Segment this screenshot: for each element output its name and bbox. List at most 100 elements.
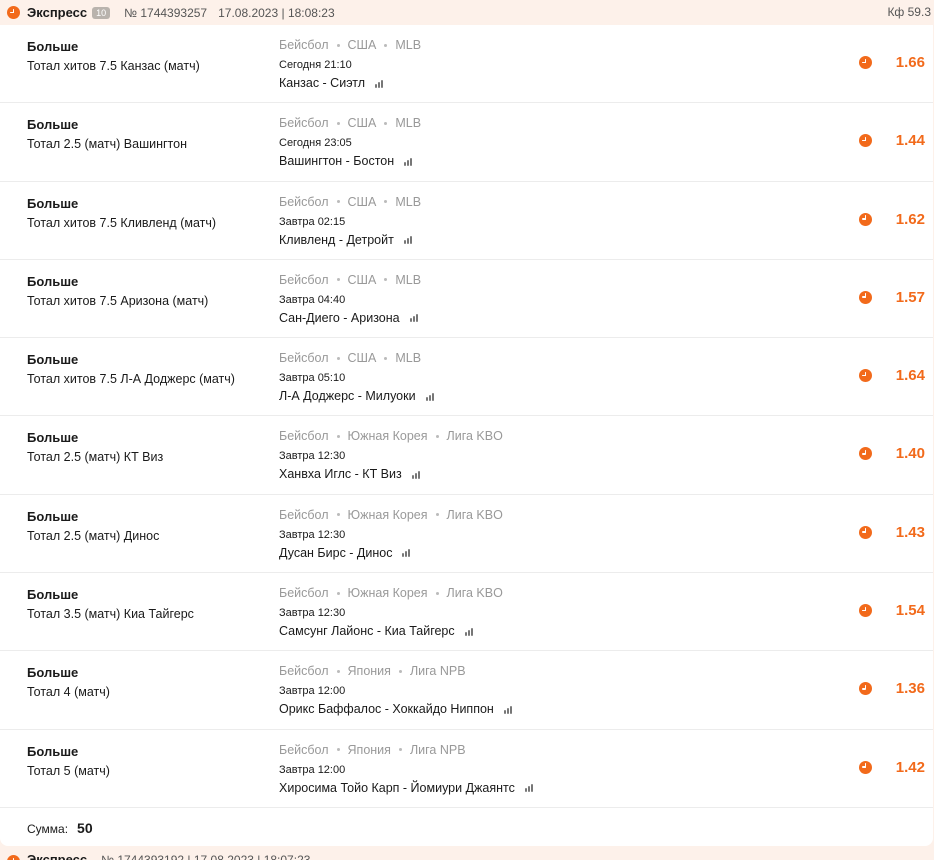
bet-row[interactable]: Больше Тотал 4 (матч) Бейсбол Япония Лига NP… <box>0 651 933 730</box>
bet-outcome: Тотал хитов 7.5 Л-А Доджерс (матч) <box>27 372 235 387</box>
event-match[interactable]: Ханвха Иглс - КТ Виз <box>279 467 420 481</box>
event-time: Завтра 05:10 <box>279 372 346 385</box>
event-match[interactable]: Дусан Бирс - Динос <box>279 546 411 560</box>
bet-row[interactable]: Больше Тотал 3.5 (матч) Киа Тайгерс Бейсбо… <box>0 573 933 652</box>
bet-row[interactable]: Больше Тотал 2.5 (матч) КТ Виз Бейсбол Южна… <box>0 416 933 495</box>
match-teams[interactable]: Л-А Доджерс - Милуоки <box>279 389 416 403</box>
match-teams[interactable]: Самсунг Лайонс - Киа Тайгерс <box>279 624 455 638</box>
league-label: MLB <box>395 351 422 366</box>
coupon-type: Экспресс <box>27 5 88 20</box>
event-match[interactable]: Орикс Баффалос - Хоккайдо Ниппон <box>279 702 512 716</box>
stats-icon[interactable] <box>375 79 384 88</box>
separator-dot <box>336 200 340 204</box>
bet-row[interactable]: Больше Тотал 2.5 (матч) Динос Бейсбол Южная… <box>0 495 933 574</box>
clock-icon <box>859 447 872 461</box>
match-teams[interactable]: Вашингтон - Бостон <box>279 154 394 168</box>
country-label: Япония <box>347 742 391 757</box>
event-time: Завтра 12:30 <box>279 528 346 541</box>
stats-icon[interactable] <box>403 235 412 245</box>
stats-icon[interactable] <box>402 548 411 558</box>
bet-league-path: Бейсбол Южная Корея Лига KBO <box>279 586 503 600</box>
event-match[interactable]: Канзас - Сиэтл <box>279 76 384 90</box>
bet-market: Больше <box>27 743 79 759</box>
event-match[interactable]: Л-А Доджерс - Милуоки <box>279 389 434 403</box>
bet-league-path: Бейсбол Япония Лига NPB <box>279 743 466 757</box>
event-time: Завтра 12:30 <box>279 607 346 620</box>
separator-dot <box>435 513 439 517</box>
country-label: Южная Корея <box>347 507 428 522</box>
stats-icon[interactable] <box>464 627 473 636</box>
separator-dot <box>384 200 388 204</box>
bet-market: Больше <box>27 508 79 524</box>
match-teams[interactable]: Сан-Диего - Аризона <box>279 311 400 325</box>
next-coupon-header[interactable]: Экспресс № 1744393192 | 17.08.2023 | 18:… <box>0 852 934 860</box>
bet-league-path: Бейсбол США MLB <box>279 38 421 52</box>
bet-league-path: Бейсбол Япония Лига NPB <box>279 664 466 678</box>
separator-dot <box>384 356 388 360</box>
bet-row[interactable]: Больше Тотал хитов 7.5 Л-А Доджерс (матч)… <box>0 338 933 417</box>
league-label: MLB <box>395 38 422 52</box>
bet-odd: 1.44 <box>895 132 925 150</box>
clock-icon <box>859 56 872 69</box>
separator-dot <box>336 748 340 752</box>
bet-outcome: Тотал 2.5 (матч) КТ Виз <box>27 450 164 465</box>
bet-row[interactable]: Больше Тотал хитов 7.5 Аризона (матч) Бейс… <box>0 260 933 339</box>
league-label: MLB <box>395 272 422 287</box>
clock-icon <box>859 525 872 539</box>
separator-dot <box>384 43 388 47</box>
bet-league-path: Бейсбол США MLB <box>279 116 421 130</box>
stats-icon[interactable] <box>425 392 434 401</box>
bet-row[interactable]: Больше Тотал хитов 7.5 Кливленд (матч) Бей… <box>0 182 933 260</box>
country-label: Южная Корея <box>347 429 428 444</box>
bet-market: Больше <box>27 273 79 289</box>
bet-row[interactable]: Больше Тотал 2.5 (матч) Вашингтон Бейсбол С… <box>0 103 933 182</box>
match-teams[interactable]: Дусан Бирс - Динос <box>279 546 392 560</box>
event-time: Завтра 02:15 <box>279 215 346 228</box>
stats-icon[interactable] <box>409 313 418 323</box>
bet-market: Больше <box>27 665 79 681</box>
event-match[interactable]: Самсунг Лайонс - Киа Тайгерс <box>279 624 473 638</box>
coupon-header[interactable]: Экспресс 10 № 1744393257 17.08.2023 | 18… <box>0 0 934 25</box>
event-match[interactable]: Хиросима Тойо Карп - Йомиури Джаянтс <box>279 781 533 795</box>
country-label: США <box>347 272 377 287</box>
event-match[interactable]: Сан-Диего - Аризона <box>279 311 418 325</box>
separator-dot <box>398 669 402 673</box>
bet-league-path: Бейсбол США MLB <box>279 351 421 365</box>
bet-market: Больше <box>27 39 79 54</box>
bet-market: Больше <box>27 195 79 211</box>
bet-outcome: Тотал хитов 7.5 Аризона (матч) <box>27 293 209 308</box>
clock-icon <box>859 760 872 774</box>
bet-odd: 1.40 <box>895 445 925 463</box>
stats-icon[interactable] <box>411 470 420 479</box>
match-teams[interactable]: Ханвха Иглс - КТ Виз <box>279 467 402 481</box>
bet-league-path: Бейсбол США MLB <box>279 273 421 287</box>
country-label: США <box>347 116 377 131</box>
clock-icon <box>859 212 872 226</box>
clock-icon <box>859 604 872 618</box>
country-label: США <box>347 351 377 366</box>
bet-row[interactable]: Больше Тотал 5 (матч) Бейсбол Япония Лига NP… <box>0 730 933 808</box>
clock-icon <box>859 682 872 696</box>
sport-label: Бейсбол <box>279 272 329 287</box>
bet-market: Больше <box>27 587 79 603</box>
stats-icon[interactable] <box>524 783 533 793</box>
stats-icon[interactable] <box>404 157 413 166</box>
event-time: Завтра 12:00 <box>279 763 346 776</box>
bet-market: Больше <box>27 430 79 446</box>
match-teams[interactable]: Орикс Баффалос - Хоккайдо Ниппон <box>279 702 494 716</box>
sport-label: Бейсбол <box>279 38 329 52</box>
match-teams[interactable]: Канзас - Сиэтл <box>279 76 365 90</box>
event-match[interactable]: Вашингтон - Бостон <box>279 154 413 168</box>
bet-outcome: Тотал хитов 7.5 Кливленд (матч) <box>27 215 217 230</box>
match-teams[interactable]: Хиросима Тойо Карп - Йомиури Джаянтс <box>279 781 515 795</box>
bet-odd: 1.57 <box>895 288 925 306</box>
bet-market: Больше <box>27 352 79 368</box>
match-teams[interactable]: Кливленд - Детройт <box>279 233 394 247</box>
event-match[interactable]: Кливленд - Детройт <box>279 233 412 247</box>
bet-row[interactable]: Больше Тотал хитов 7.5 Канзас (матч) Бейсб… <box>0 25 933 104</box>
bet-outcome: Тотал 5 (матч) <box>27 763 110 778</box>
event-time: Завтра 12:30 <box>279 450 346 463</box>
league-label: Лига NPB <box>409 664 466 679</box>
stats-icon[interactable] <box>503 705 512 714</box>
event-time: Завтра 04:40 <box>279 293 346 306</box>
